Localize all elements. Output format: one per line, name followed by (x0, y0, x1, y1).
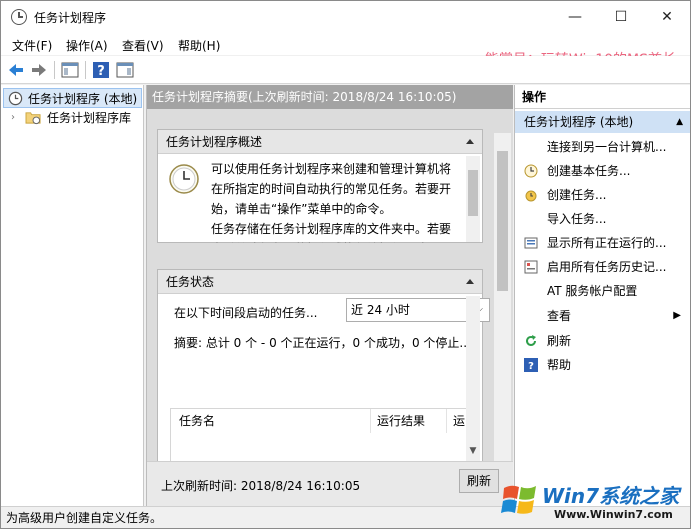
tree-item-label: 任务计划程序库 (47, 111, 132, 125)
menu-action[interactable]: 操作(A) (66, 37, 108, 54)
collapse-icon[interactable] (466, 279, 474, 284)
collapse-icon[interactable]: ▲ (676, 111, 683, 133)
tree-item-task-scheduler-local[interactable]: 任务计划程序 (本地) (3, 88, 142, 108)
summary-header: 任务计划程序摘要(上次刷新时间: 2018/8/24 16:10:05) (147, 85, 513, 109)
clock-app-icon (11, 9, 27, 25)
summary-pane: 任务计划程序摘要(上次刷新时间: 2018/8/24 16:10:05) 任务计… (146, 85, 513, 506)
actions-group-header[interactable]: 任务计划程序 (本地) ▲ (515, 111, 690, 133)
summary-scroll-thumb[interactable] (497, 151, 508, 291)
folder-clock-icon (25, 112, 41, 125)
action-label: 显示所有正在运行的... (547, 236, 667, 250)
action-label: 连接到另一台计算机... (547, 140, 667, 154)
task-summary-text: 摘要: 总计 0 个 - 0 个正在运行，0 个成功，0 个停止... (174, 336, 471, 350)
task-status-section: 任务状态 在以下时间段启动的任务... 近 24 小时 ⌵ 摘要: 总计 0 个… (157, 269, 490, 461)
action-create-task[interactable]: 创建任务... (515, 183, 690, 207)
window-title: 任务计划程序 (34, 11, 107, 25)
tree-item-label: 任务计划程序 (本地) (28, 92, 138, 106)
action-label: 帮助 (547, 358, 572, 372)
logo-url: Www.Winwin7.com (554, 508, 673, 521)
time-range-label: 在以下时间段启动的任务... (174, 306, 318, 320)
actions-pane: 操作 任务计划程序 (本地) ▲ 连接到另一台计算机... 创建基本任务... … (514, 85, 690, 506)
navigation-tree: 任务计划程序 (本地) › 任务计划程序库 (1, 85, 144, 506)
show-hide-action-pane-icon[interactable] (115, 60, 135, 80)
tree-item-task-scheduler-library[interactable]: › 任务计划程序库 (11, 108, 131, 128)
action-view[interactable]: 查看 ▶ (515, 304, 690, 328)
time-range-value: 近 24 小时 (351, 303, 410, 317)
actions-group-label: 任务计划程序 (本地) (524, 115, 634, 129)
close-button[interactable]: ✕ (644, 1, 690, 33)
last-refresh-text: 上次刷新时间: 2018/8/24 16:10:05 (161, 479, 361, 493)
overview-paragraph-1: 可以使用任务计划程序来创建和管理计算机将在所指定的时间自动执行的常见任务。若要开… (211, 162, 452, 216)
toolbar-separator (54, 61, 55, 79)
history-icon (524, 260, 538, 274)
column-header-task-name[interactable]: 任务名 (171, 409, 371, 433)
collapse-icon[interactable] (466, 139, 474, 144)
task-status-header[interactable]: 任务状态 (158, 270, 482, 294)
minimize-button[interactable]: — (552, 1, 598, 33)
task-table: 任务名 运行结果 运行 (170, 408, 470, 461)
action-label: 创建任务... (547, 188, 607, 202)
actions-title: 操作 (515, 85, 690, 109)
running-tasks-icon (524, 237, 538, 249)
submenu-arrow-icon: ▶ (673, 310, 681, 321)
overview-scrollbar[interactable] (466, 156, 480, 242)
wizard-icon (524, 164, 538, 178)
svg-text:?: ? (528, 361, 534, 372)
help-icon: ? (524, 358, 538, 372)
status-scrollbar[interactable]: ▼ (466, 296, 480, 461)
clock-icon (8, 91, 23, 106)
overview-section: 任务计划程序概述 可以使用任务计划程序来创建和管理计算机将在所指定的时间自动执行… (157, 129, 483, 243)
help-icon[interactable]: ? (91, 60, 111, 80)
action-display-running[interactable]: 显示所有正在运行的... (515, 231, 690, 255)
title-bar[interactable]: 任务计划程序 — ☐ ✕ (1, 1, 690, 33)
overview-scroll-thumb[interactable] (468, 170, 478, 216)
task-status-title: 任务状态 (166, 275, 215, 289)
column-header-result[interactable]: 运行结果 (371, 409, 447, 433)
action-label: 刷新 (547, 334, 572, 348)
task-scheduler-window: 任务计划程序 — ☐ ✕ 文件(F) 操作(A) 查看(V) 帮助(H) 能掌号… (0, 0, 691, 529)
action-label: 启用所有任务历史记... (547, 260, 667, 274)
windows-flag-icon (501, 485, 536, 514)
refresh-icon (526, 335, 536, 346)
maximize-button[interactable]: ☐ (598, 1, 644, 33)
action-at-service-config[interactable]: AT 服务帐户配置 (515, 279, 690, 303)
toolbar: ? (1, 56, 690, 84)
action-help[interactable]: ? 帮助 (515, 353, 690, 377)
menu-file[interactable]: 文件(F) (12, 37, 52, 54)
summary-body: 任务计划程序概述 可以使用任务计划程序来创建和管理计算机将在所指定的时间自动执行… (147, 109, 513, 461)
action-refresh[interactable]: 刷新 (515, 329, 690, 353)
action-import-task[interactable]: 导入任务... (515, 207, 690, 231)
svg-text:?: ? (97, 64, 105, 79)
action-label: 创建基本任务... (547, 164, 631, 178)
back-arrow-icon[interactable] (6, 60, 26, 80)
action-label: AT 服务帐户配置 (547, 284, 638, 298)
overview-paragraph-2: 任务存储在任务计划程序库的文件夹中。若要查看单独任务上的操作或执行该操作，请 (211, 222, 452, 243)
chevron-right-icon[interactable]: › (11, 108, 15, 128)
action-create-basic-task[interactable]: 创建基本任务... (515, 159, 690, 183)
refresh-button[interactable]: 刷新 (459, 469, 499, 493)
clock-large-icon (169, 164, 199, 194)
toolbar-separator (85, 61, 86, 79)
menu-help[interactable]: 帮助(H) (178, 37, 220, 54)
forward-arrow-icon[interactable] (29, 60, 49, 80)
overview-title: 任务计划程序概述 (166, 135, 263, 149)
action-label: 导入任务... (547, 212, 607, 226)
menu-view[interactable]: 查看(V) (122, 37, 164, 54)
action-connect-computer[interactable]: 连接到另一台计算机... (515, 135, 690, 159)
logo-brand: Win7系统之家 (542, 484, 680, 508)
show-hide-tree-icon[interactable] (60, 60, 80, 80)
summary-scrollbar[interactable] (494, 133, 511, 461)
action-enable-history[interactable]: 启用所有任务历史记... (515, 255, 690, 279)
create-task-icon (525, 190, 537, 202)
chevron-down-icon[interactable]: ▼ (468, 446, 478, 461)
overview-header[interactable]: 任务计划程序概述 (158, 130, 482, 154)
action-label: 查看 (547, 309, 572, 323)
summary-footer: 上次刷新时间: 2018/8/24 16:10:05 刷新 (147, 461, 513, 506)
win7-logo: Win7系统之家 Www.Winwin7.com (500, 476, 690, 524)
